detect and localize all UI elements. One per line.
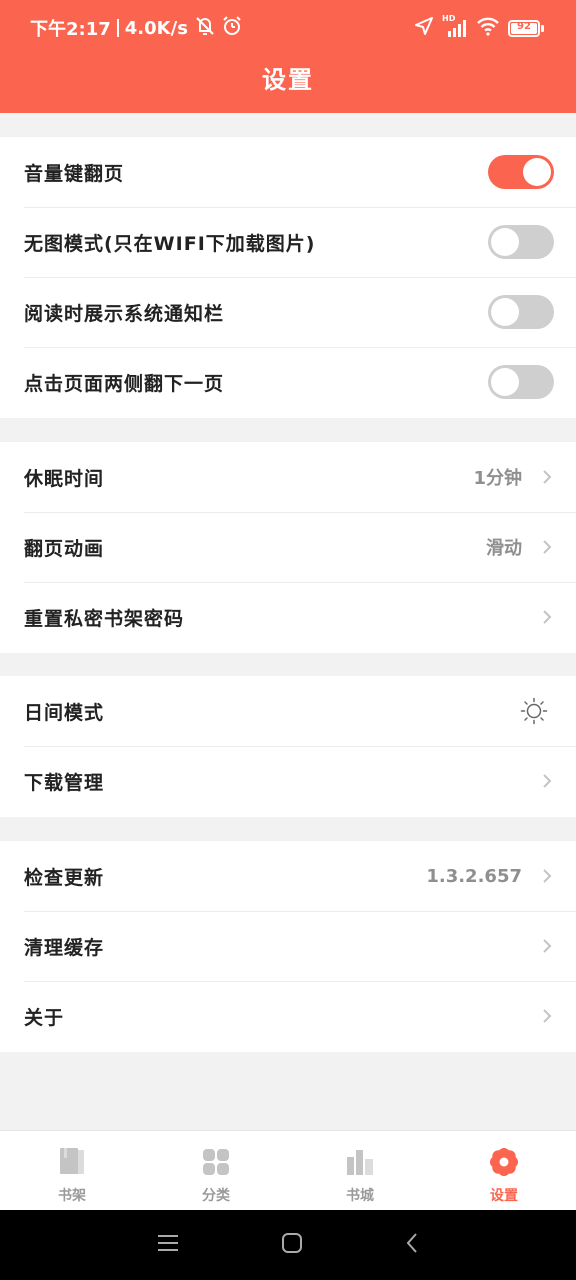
setting-label: 无图模式(只在WIFI下加载图片) [24, 232, 316, 255]
chevron-right-icon [540, 536, 554, 558]
wifi-icon [476, 16, 500, 41]
setting-label: 关于 [24, 1006, 65, 1029]
notification-bar-toggle[interactable] [488, 295, 554, 329]
settings-group-app: 检查更新 1.3.2.657 清理缓存 关于 [0, 841, 576, 1052]
chevron-right-icon [540, 770, 554, 792]
tab-label: 书架 [58, 1188, 86, 1204]
alarm-icon [222, 15, 242, 41]
toggle-knob [491, 298, 519, 326]
setting-about[interactable]: 关于 [0, 981, 576, 1051]
setting-label: 清理缓存 [24, 936, 105, 959]
battery-icon: 92 [508, 19, 544, 37]
setting-label: 点击页面两侧翻下一页 [24, 372, 225, 395]
setting-no-image-mode: 无图模式(只在WIFI下加载图片) [0, 207, 576, 277]
signal-icon: HD [442, 14, 468, 38]
chevron-right-icon [540, 466, 554, 488]
toggle-knob [491, 368, 519, 396]
home-icon[interactable] [280, 1231, 304, 1259]
page-title: 设置 [262, 66, 314, 94]
tab-label: 设置 [490, 1188, 518, 1204]
settings-group-reading: 音量键翻页 无图模式(只在WIFI下加载图片) 阅读时展示系统通知栏 点击页面两… [0, 137, 576, 418]
location-icon [414, 16, 434, 41]
settings-group-display: 日间模式 下载管理 [0, 676, 576, 817]
category-icon [201, 1147, 231, 1181]
setting-label: 休眠时间 [24, 467, 105, 490]
tab-label: 书城 [346, 1188, 374, 1204]
settings-flower-icon [489, 1147, 519, 1181]
tab-settings[interactable]: 设置 [432, 1131, 576, 1210]
no-image-mode-toggle[interactable] [488, 225, 554, 259]
setting-label: 音量键翻页 [24, 162, 125, 185]
status-divider [116, 19, 119, 37]
app-header: 下午2:17 4.0K/s HD 92 设置 [0, 0, 576, 113]
setting-sleep-time[interactable]: 休眠时间 1分钟 [0, 442, 576, 512]
settings-group-reader: 休眠时间 1分钟 翻页动画 滑动 重置私密书架密码 [0, 442, 576, 653]
status-speed: 4.0K/s [124, 17, 188, 39]
setting-label: 日间模式 [24, 701, 105, 724]
bookstore-icon [345, 1147, 375, 1181]
setting-label: 检查更新 [24, 866, 105, 889]
setting-day-mode[interactable]: 日间模式 [0, 676, 576, 746]
setting-show-notification-bar: 阅读时展示系统通知栏 [0, 277, 576, 347]
tab-category[interactable]: 分类 [144, 1131, 288, 1210]
sun-icon[interactable] [520, 697, 548, 725]
setting-volume-key-page-turn: 音量键翻页 [0, 137, 576, 207]
page-animation-value: 滑动 [486, 538, 522, 559]
toggle-knob [523, 158, 551, 186]
volume-key-toggle[interactable] [488, 155, 554, 189]
system-nav-bar [0, 1210, 576, 1280]
chevron-right-icon [540, 935, 554, 957]
setting-download-management[interactable]: 下载管理 [0, 746, 576, 816]
chevron-right-icon [540, 1005, 554, 1027]
toggle-knob [491, 228, 519, 256]
menu-icon[interactable] [156, 1233, 180, 1257]
tab-bookshelf[interactable]: 书架 [0, 1131, 144, 1210]
app-version-value: 1.3.2.657 [426, 865, 522, 887]
tab-label: 分类 [202, 1188, 230, 1204]
muted-vibrate-icon [194, 16, 216, 41]
chevron-right-icon [540, 865, 554, 887]
sleep-time-value: 1分钟 [473, 468, 522, 489]
setting-tap-sides-next-page: 点击页面两侧翻下一页 [0, 347, 576, 417]
tab-bookstore[interactable]: 书城 [288, 1131, 432, 1210]
setting-page-animation[interactable]: 翻页动画 滑动 [0, 512, 576, 582]
tap-sides-toggle[interactable] [488, 365, 554, 399]
status-bar: 下午2:17 4.0K/s HD 92 [0, 14, 576, 42]
back-icon[interactable] [404, 1231, 420, 1259]
setting-clear-cache[interactable]: 清理缓存 [0, 911, 576, 981]
bookshelf-icon [56, 1147, 88, 1181]
bottom-tab-bar: 书架 分类 书城 设置 [0, 1130, 576, 1210]
setting-label: 翻页动画 [24, 537, 105, 560]
setting-check-update[interactable]: 检查更新 1.3.2.657 [0, 841, 576, 911]
chevron-right-icon [540, 606, 554, 628]
status-time: 下午2:17 [30, 19, 111, 40]
setting-label: 重置私密书架密码 [24, 607, 185, 630]
setting-label: 下载管理 [24, 771, 105, 794]
setting-label: 阅读时展示系统通知栏 [24, 302, 225, 325]
battery-level: 92 [517, 20, 531, 32]
setting-reset-private-shelf-password[interactable]: 重置私密书架密码 [0, 582, 576, 652]
